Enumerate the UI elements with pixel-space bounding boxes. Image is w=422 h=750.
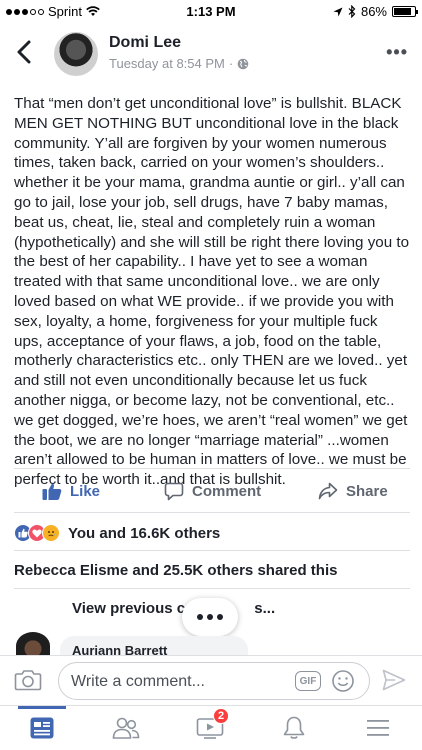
like-button[interactable]: Like bbox=[42, 482, 100, 501]
location-icon bbox=[333, 7, 343, 16]
comment-composer: Write a comment... GIF bbox=[0, 655, 422, 705]
post-meta: Tuesday at 8:54 PM · bbox=[109, 56, 249, 71]
reactions-summary[interactable]: You and 16.6K others bbox=[14, 524, 220, 542]
bottom-tab-bar: 2 bbox=[0, 705, 422, 750]
share-label: Share bbox=[346, 482, 388, 500]
tab-menu[interactable] bbox=[363, 714, 393, 742]
status-right: 86% bbox=[333, 4, 418, 19]
bluetooth-icon bbox=[348, 5, 356, 18]
like-label: Like bbox=[70, 483, 101, 500]
share-button[interactable]: Share bbox=[318, 482, 388, 500]
divider bbox=[14, 588, 410, 589]
news-feed-icon bbox=[30, 717, 54, 739]
battery-icon bbox=[392, 6, 418, 17]
sad-reaction-icon bbox=[42, 524, 60, 542]
camera-icon[interactable] bbox=[14, 668, 42, 692]
friends-icon bbox=[112, 717, 140, 739]
comment-button[interactable]: Comment bbox=[164, 482, 261, 501]
shares-summary[interactable]: Rebecca Elisme and 25.5K others shared t… bbox=[14, 562, 337, 579]
author-avatar[interactable] bbox=[54, 32, 98, 76]
post-actions: Like Comment Share bbox=[0, 476, 422, 508]
send-icon[interactable] bbox=[382, 669, 406, 691]
more-icon[interactable]: ••• bbox=[386, 42, 408, 63]
comment-icon bbox=[164, 482, 184, 501]
post-body: That “men don’t get unconditional love” … bbox=[14, 95, 410, 489]
back-chevron-icon[interactable] bbox=[14, 38, 36, 66]
status-bar: Sprint 1:13 PM 86% bbox=[0, 0, 422, 22]
reaction-icons bbox=[14, 524, 60, 542]
comment-label: Comment bbox=[192, 483, 262, 500]
typing-indicator bbox=[182, 598, 238, 636]
share-icon bbox=[318, 482, 338, 500]
view-previous-text-tail: s... bbox=[254, 600, 276, 617]
active-tab-indicator bbox=[18, 706, 66, 709]
battery-percent: 86% bbox=[360, 4, 387, 19]
comment-placeholder: Write a comment... bbox=[71, 673, 205, 690]
tab-friends[interactable] bbox=[111, 714, 141, 742]
divider bbox=[14, 550, 410, 551]
tab-video[interactable]: 2 bbox=[195, 708, 229, 742]
post-timestamp[interactable]: Tuesday at 8:54 PM bbox=[109, 56, 225, 71]
divider bbox=[14, 512, 410, 513]
globe-icon bbox=[237, 58, 249, 69]
like-icon bbox=[42, 483, 62, 500]
reactions-count: You and 16.6K others bbox=[68, 524, 221, 542]
menu-icon bbox=[367, 720, 389, 736]
emoji-icon[interactable] bbox=[331, 669, 355, 693]
gif-button[interactable]: GIF bbox=[295, 671, 321, 691]
notifications-icon bbox=[283, 716, 305, 739]
view-previous-comments[interactable]: View previous co s... bbox=[72, 600, 275, 617]
tab-notifications[interactable] bbox=[279, 714, 309, 742]
comment-input[interactable]: Write a comment... GIF bbox=[58, 662, 370, 700]
author-name[interactable]: Domi Lee bbox=[109, 34, 181, 52]
tab-news-feed[interactable] bbox=[27, 714, 57, 742]
meta-separator: · bbox=[228, 56, 234, 71]
post-header: Domi Lee Tuesday at 8:54 PM · ••• bbox=[0, 28, 422, 80]
view-previous-text: View previous co bbox=[72, 600, 195, 617]
divider bbox=[14, 468, 410, 469]
video-badge: 2 bbox=[213, 708, 229, 724]
